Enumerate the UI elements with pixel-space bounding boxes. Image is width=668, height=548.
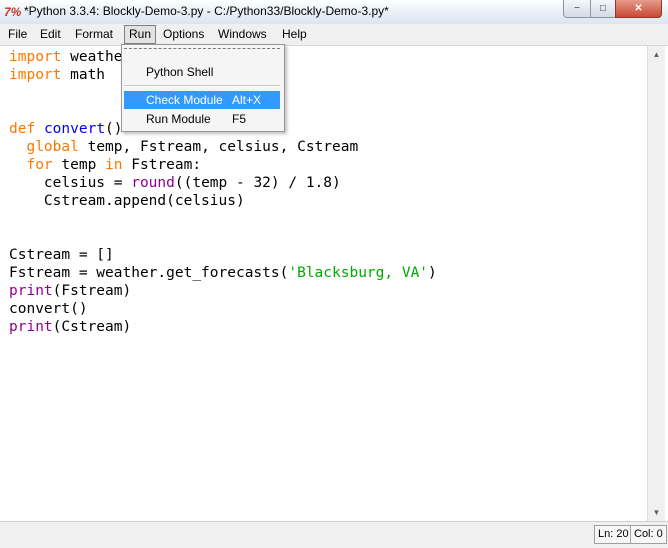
code-line: Cstream = []	[9, 246, 437, 264]
window-title: *Python 3.3.4: Blockly-Demo-3.py - C:/Py…	[24, 4, 389, 18]
vertical-scrollbar[interactable]: ▲ ▼	[647, 46, 665, 521]
code-token: ((temp - 32) / 1.8)	[174, 175, 341, 191]
menu-windows[interactable]: Windows	[214, 26, 271, 43]
code-token: )	[428, 265, 437, 281]
code-token: def	[9, 121, 36, 137]
code-token: celsius =	[9, 175, 132, 191]
menu-item-check-module[interactable]: Check Module Alt+X	[124, 91, 280, 109]
menu-separator	[124, 85, 280, 87]
menu-run[interactable]: Run	[124, 25, 157, 44]
code-token: temp, Fstream, celsius, Cstream	[78, 139, 359, 155]
code-token: for	[26, 157, 53, 173]
code-token: global	[26, 139, 79, 155]
status-column: Col: 0	[630, 525, 667, 544]
menu-item-label: Check Module	[146, 93, 223, 107]
code-line: Fstream = weather.get_forecasts('Blacksb…	[9, 264, 437, 282]
code-line: for temp in Fstream:	[9, 156, 437, 174]
code-line: print(Cstream)	[9, 318, 437, 336]
status-line: Ln: 20	[594, 525, 633, 544]
maximize-button[interactable]: □	[590, 0, 616, 18]
code-line: Cstream.append(celsius)	[9, 192, 437, 210]
code-token: math	[61, 67, 106, 83]
code-line: convert()	[9, 300, 437, 318]
menu-item-label: Run Module	[146, 112, 211, 126]
up-arrow-icon[interactable]: ▲	[648, 46, 665, 63]
tear-off-line[interactable]	[124, 48, 280, 55]
minimize-button[interactable]: −	[563, 0, 591, 18]
down-arrow-icon[interactable]: ▼	[648, 504, 665, 521]
code-line: print(Fstream)	[9, 282, 437, 300]
code-token: Cstream.append(celsius)	[9, 193, 245, 209]
code-token: print	[9, 319, 53, 335]
menu-file[interactable]: File	[4, 26, 31, 43]
code-token: (Cstream)	[52, 319, 132, 335]
title-bar[interactable]: 7% *Python 3.3.4: Blockly-Demo-3.py - C:…	[0, 0, 668, 25]
code-editor[interactable]: import weather import math def convert() g…	[0, 46, 647, 521]
menu-item-label: Python Shell	[146, 65, 214, 79]
menu-item-accelerator: F5	[232, 112, 247, 126]
code-token: convert()	[9, 301, 88, 317]
code-token: in	[105, 157, 123, 173]
python-idle-icon: 7%	[4, 5, 22, 19]
menu-help[interactable]: Help	[278, 26, 311, 43]
code-token: Fstream:	[122, 157, 202, 173]
code-token: 'Blacksburg, VA'	[288, 265, 429, 281]
code-token: temp	[52, 157, 106, 173]
code-token: (Fstream)	[52, 283, 132, 299]
menu-format[interactable]: Format	[71, 26, 117, 43]
code-token: import	[9, 67, 62, 83]
code-token: Cstream = []	[9, 247, 114, 263]
code-token: convert	[43, 121, 106, 137]
code-token: ()	[105, 121, 123, 137]
status-bar: Ln: 20 Col: 0	[0, 521, 668, 548]
code-line: celsius = round((temp - 32) / 1.8)	[9, 174, 437, 192]
menu-edit[interactable]: Edit	[36, 26, 65, 43]
menu-item-run-module[interactable]: Run Module F5	[124, 110, 280, 128]
code-token: print	[9, 283, 53, 299]
code-token: round	[131, 175, 175, 191]
menu-item-python-shell[interactable]: Python Shell	[124, 63, 280, 81]
menu-bar: File Edit Format Run Options Windows Hel…	[0, 24, 668, 46]
menu-options[interactable]: Options	[159, 26, 208, 43]
code-token: import	[9, 49, 62, 65]
run-menu-dropdown: Python Shell Check Module Alt+X Run Modu…	[121, 44, 285, 132]
code-token: Fstream = weather.get_forecasts(	[9, 265, 289, 281]
close-button[interactable]: ✕	[615, 0, 662, 18]
code-line: global temp, Fstream, celsius, Cstream	[9, 138, 437, 156]
menu-item-accelerator: Alt+X	[232, 93, 262, 107]
